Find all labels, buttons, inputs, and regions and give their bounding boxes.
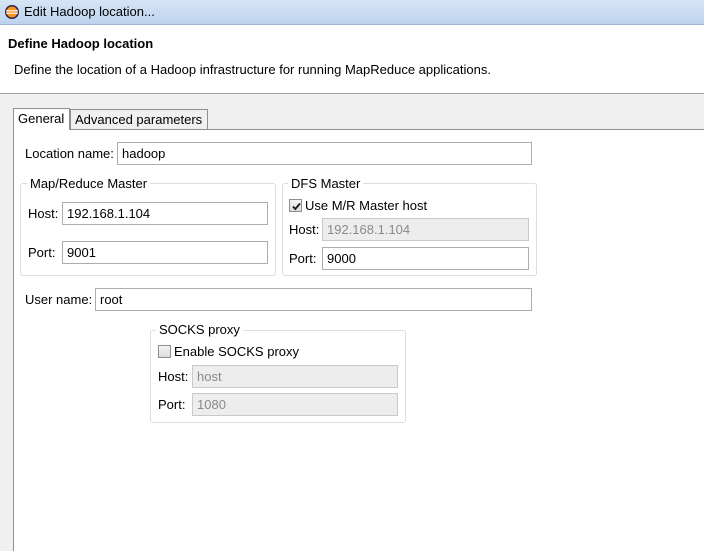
- use-mr-master-host-label[interactable]: Use M/R Master host: [305, 198, 427, 213]
- socks-port-input: [192, 393, 398, 416]
- location-name-label: Location name:: [25, 146, 114, 161]
- mapreduce-port-input[interactable]: [62, 241, 268, 264]
- dfs-master-title: DFS Master: [288, 176, 364, 191]
- mapreduce-port-label: Port:: [28, 245, 56, 260]
- page-description: Define the location of a Hadoop infrastr…: [14, 62, 491, 77]
- socks-host-input: [192, 365, 398, 388]
- edit-hadoop-location-dialog: Edit Hadoop location... Define Hadoop lo…: [0, 0, 704, 551]
- user-name-input[interactable]: [95, 288, 532, 311]
- tab-general-label: General: [18, 111, 65, 126]
- tab-advanced-parameters-label: Advanced parameters: [75, 112, 203, 127]
- socks-host-label: Host:: [158, 369, 189, 384]
- tab-advanced-parameters[interactable]: Advanced parameters: [70, 109, 208, 130]
- checkmark-icon: [292, 202, 301, 211]
- enable-socks-proxy-checkbox[interactable]: [158, 345, 171, 358]
- use-mr-master-host-checkbox[interactable]: [289, 199, 302, 212]
- dfs-port-label: Port:: [289, 251, 317, 266]
- socks-proxy-title: SOCKS proxy: [156, 322, 243, 337]
- eclipse-icon: [4, 4, 20, 20]
- title-bar[interactable]: Edit Hadoop location...: [0, 0, 704, 25]
- socks-port-label: Port:: [158, 397, 186, 412]
- tab-general[interactable]: General: [13, 108, 70, 130]
- location-name-input[interactable]: [117, 142, 532, 165]
- enable-socks-proxy-label[interactable]: Enable SOCKS proxy: [174, 344, 299, 359]
- dfs-host-input: [322, 218, 529, 241]
- dialog-header: Define Hadoop location Define the locati…: [0, 25, 704, 94]
- location-name-label-text: Location name:: [25, 146, 114, 161]
- user-name-label: User name:: [25, 292, 93, 307]
- dfs-host-label: Host:: [289, 222, 320, 237]
- dfs-port-input[interactable]: [322, 247, 529, 270]
- page-title: Define Hadoop location: [8, 36, 154, 51]
- mapreduce-host-input[interactable]: [62, 202, 268, 225]
- window-title: Edit Hadoop location...: [24, 4, 155, 19]
- mapreduce-master-title: Map/Reduce Master: [27, 176, 151, 191]
- mapreduce-host-label: Host:: [28, 206, 59, 221]
